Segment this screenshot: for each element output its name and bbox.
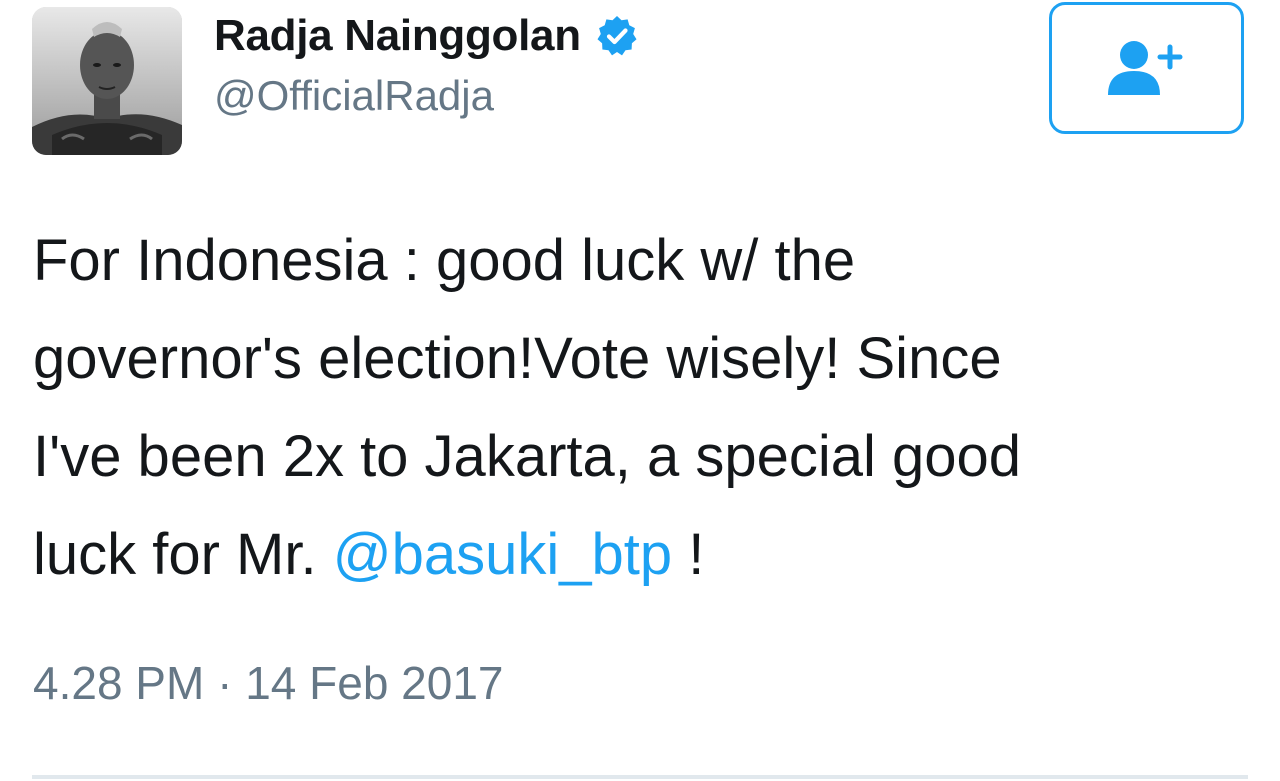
divider xyxy=(32,775,1248,779)
mention-link[interactable]: @basuki_btp xyxy=(333,522,672,587)
author-display-name[interactable]: Radja Nainggolan xyxy=(214,11,581,61)
tweet-text-line: I've been 2x to Jakarta, a special good xyxy=(33,424,1022,489)
tweet-timestamp[interactable]: 4.28 PM · 14 Feb 2017 xyxy=(33,656,504,710)
tweet-text: For Indonesia : good luck w/ the governo… xyxy=(33,212,1233,604)
author-name-row: Radja Nainggolan xyxy=(214,8,639,64)
verified-badge-icon xyxy=(595,14,639,58)
tweet-text-line: governor's election!Vote wisely! Since xyxy=(33,326,1002,391)
tweet-card: Radja Nainggolan @OfficialRadja For Indo… xyxy=(0,0,1280,781)
avatar-photo-icon xyxy=(32,7,182,155)
tweet-text-segment: ! xyxy=(672,522,705,587)
follow-button[interactable] xyxy=(1049,2,1244,134)
tweet-text-segment: luck for Mr. xyxy=(33,522,333,587)
tweet-text-line: For Indonesia : good luck w/ the xyxy=(33,228,856,293)
author-handle[interactable]: @OfficialRadja xyxy=(214,72,494,120)
tweet-text-line-last: luck for Mr. @basuki_btp ! xyxy=(33,506,1233,604)
author-avatar[interactable] xyxy=(32,7,182,155)
follow-user-plus-icon xyxy=(1107,41,1182,95)
